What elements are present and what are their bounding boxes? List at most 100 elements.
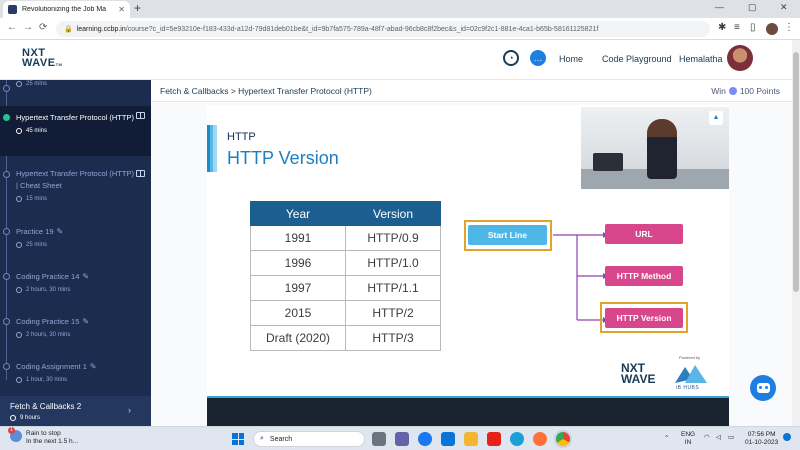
windows-start-icon[interactable]	[232, 433, 244, 445]
facebook-icon[interactable]	[418, 432, 432, 446]
chat-icon[interactable]: …	[530, 50, 546, 66]
slide-title: HTTP Version	[227, 148, 339, 168]
win-label: Win	[711, 86, 726, 96]
sidebar-item-meta: 15 mins	[16, 196, 151, 202]
forward-button[interactable]: →	[23, 22, 33, 33]
scroll-thumb[interactable]	[793, 52, 799, 292]
search-label: Search	[269, 435, 293, 443]
slide-subtitle: HTTP	[227, 131, 256, 143]
weather-line2: In the next 1.5 h...	[26, 438, 79, 445]
lang-line1: ENG	[681, 431, 696, 438]
column-header-version: Version	[345, 201, 441, 226]
nxtwave-slide-logo: NXT WAVE	[621, 362, 655, 385]
nav-code-playground[interactable]: Code Playground	[602, 54, 672, 64]
minimize-button[interactable]: —	[715, 2, 724, 12]
firefox-icon[interactable]	[533, 432, 547, 446]
sidebar-item-duration: 1 hour, 30 mins	[26, 377, 68, 383]
video-slide[interactable]: HTTP HTTP Version ▲ Year Version 1991 HTT…	[207, 105, 729, 396]
wifi-icon[interactable]: ◠	[704, 434, 710, 442]
book-icon[interactable]	[136, 170, 145, 177]
sidebar-item-title: Coding Assignment 1	[16, 362, 87, 371]
module-duration: 9 hours	[20, 415, 41, 421]
win-points: Win 100 Points	[711, 86, 780, 96]
edge-icon[interactable]	[510, 432, 524, 446]
back-button[interactable]: ←	[7, 22, 17, 33]
lang-line2: IN	[684, 439, 692, 446]
video-controls-bar[interactable]	[207, 396, 729, 426]
youtube-icon[interactable]	[487, 432, 501, 446]
tab-title: Revolutionizing the Job Ma	[22, 6, 107, 13]
sidebar-item-coding-practice-15[interactable]: Coding Practice 15 ✎ 2 hours, 30 mins	[0, 312, 151, 338]
ib-hubs-logo-icon	[675, 365, 707, 383]
file-explorer-icon[interactable]	[464, 432, 478, 446]
sidebar-item-meta: 45 mins	[16, 128, 151, 134]
browser-menu-icon[interactable]: ⋮	[784, 22, 794, 33]
http-version-node: HTTP Version	[605, 308, 683, 328]
slide-accent-bar	[207, 125, 217, 172]
language-indicator[interactable]: ENG IN	[681, 431, 695, 447]
sidebar-item-duration: 2 hours, 30 mins	[26, 287, 71, 293]
browser-profile-avatar[interactable]	[766, 23, 778, 35]
completed-dot-icon	[3, 114, 10, 121]
progress-dot	[3, 273, 10, 280]
chevron-right-icon[interactable]: ›	[128, 405, 131, 415]
media-icon[interactable]: ≡	[734, 22, 740, 33]
taskbar-search[interactable]: ⌕ Search	[253, 431, 365, 447]
sidebar-item-duration: 25 mins	[26, 242, 48, 248]
sidebar-item-title: Coding Practice 14	[16, 272, 80, 281]
close-tab-icon[interactable]: ✕	[118, 5, 125, 14]
course-sidebar: 25 mins Hypertext Transfer Protocol (HTT…	[0, 80, 151, 426]
weather-line1: Rain to stop	[26, 430, 61, 437]
user-name[interactable]: Hemalatha	[679, 54, 723, 64]
user-avatar[interactable]	[727, 45, 753, 71]
teams-icon[interactable]	[395, 432, 409, 446]
cell-year: Draft (2020)	[250, 325, 346, 351]
maximize-button[interactable]: ▢	[748, 2, 757, 13]
sidebar-item-coding-assignment-1[interactable]: Coding Assignment 1 ✎ 1 hour, 30 mins	[0, 357, 151, 383]
new-tab-button[interactable]: +	[134, 1, 141, 15]
url-input[interactable]: 🔒 learning.ccbp.in /course?c_id=5e93210e…	[56, 21, 710, 37]
chatbot-button[interactable]	[750, 375, 776, 401]
chrome-icon[interactable]	[556, 432, 570, 446]
cell-year: 2015	[250, 300, 346, 326]
tray-chevron-up-icon[interactable]: ⌃	[664, 435, 669, 443]
weather-widget[interactable]: Rain to stop In the next 1.5 h...	[8, 427, 79, 446]
page-scrollbar[interactable]	[792, 40, 800, 426]
side-panel-icon[interactable]: ▯	[750, 22, 756, 33]
notification-icon[interactable]	[783, 433, 791, 441]
robot-icon	[756, 383, 770, 393]
sidebar-item-http[interactable]: Hypertext Transfer Protocol (HTTP) 45 mi…	[0, 106, 151, 156]
volume-icon[interactable]: ◁	[716, 434, 721, 442]
sidebar-item-http-cheat-sheet[interactable]: Hypertext Transfer Protocol (HTTP) | Che…	[0, 164, 151, 202]
progress-dot	[3, 318, 10, 325]
task-view-icon[interactable]	[372, 432, 386, 446]
book-icon[interactable]	[136, 112, 145, 119]
progress-dot	[3, 171, 10, 178]
sidebar-item-coding-practice-14[interactable]: Coding Practice 14 ✎ 2 hours, 30 mins	[0, 267, 151, 293]
cell-year: 1997	[250, 275, 346, 301]
table-header-row: Year Version	[250, 201, 441, 226]
battery-icon[interactable]: ▭	[728, 434, 734, 442]
browser-tab[interactable]: Revolutionizing the Job Ma ✕	[3, 1, 130, 18]
sidebar-item-duration: 2 hours, 30 mins	[26, 332, 71, 338]
nav-home[interactable]: Home	[559, 54, 583, 64]
module-fetch-callbacks-2[interactable]: Fetch & Callbacks 2 9 hours ›	[0, 396, 151, 426]
close-window-button[interactable]: ✕	[780, 2, 788, 13]
cell-version: HTTP/1.1	[345, 275, 441, 301]
cell-version: HTTP/0.9	[345, 225, 441, 251]
app-icon[interactable]	[441, 432, 455, 446]
http-version-table: Year Version 1991 HTTP/0.9 1996 HTTP/1.0 1…	[250, 201, 441, 351]
reload-button[interactable]: ⟳	[39, 22, 47, 33]
sidebar-item-meta: 2 hours, 30 mins	[16, 332, 151, 338]
clock[interactable]: 07:56 PM 01-10-2023	[745, 431, 778, 447]
nxtwave-logo[interactable]: NXT WAVETM	[22, 48, 62, 70]
sidebar-item-practice-19[interactable]: Practice 19 ✎ 25 mins	[0, 222, 151, 248]
timer-icon[interactable]: ◔	[503, 50, 519, 66]
sidebar-item-previous[interactable]: 25 mins	[0, 80, 151, 87]
extensions-icon[interactable]: ✱	[718, 22, 726, 33]
presenter-video-thumbnail: ▲	[581, 107, 729, 189]
clock-date: 01-10-2023	[745, 439, 779, 446]
weather-icon	[8, 427, 22, 442]
sidebar-item-meta: 25 mins	[16, 242, 151, 248]
breadcrumb[interactable]: Fetch & Callbacks > Hypertext Transfer P…	[160, 86, 372, 96]
